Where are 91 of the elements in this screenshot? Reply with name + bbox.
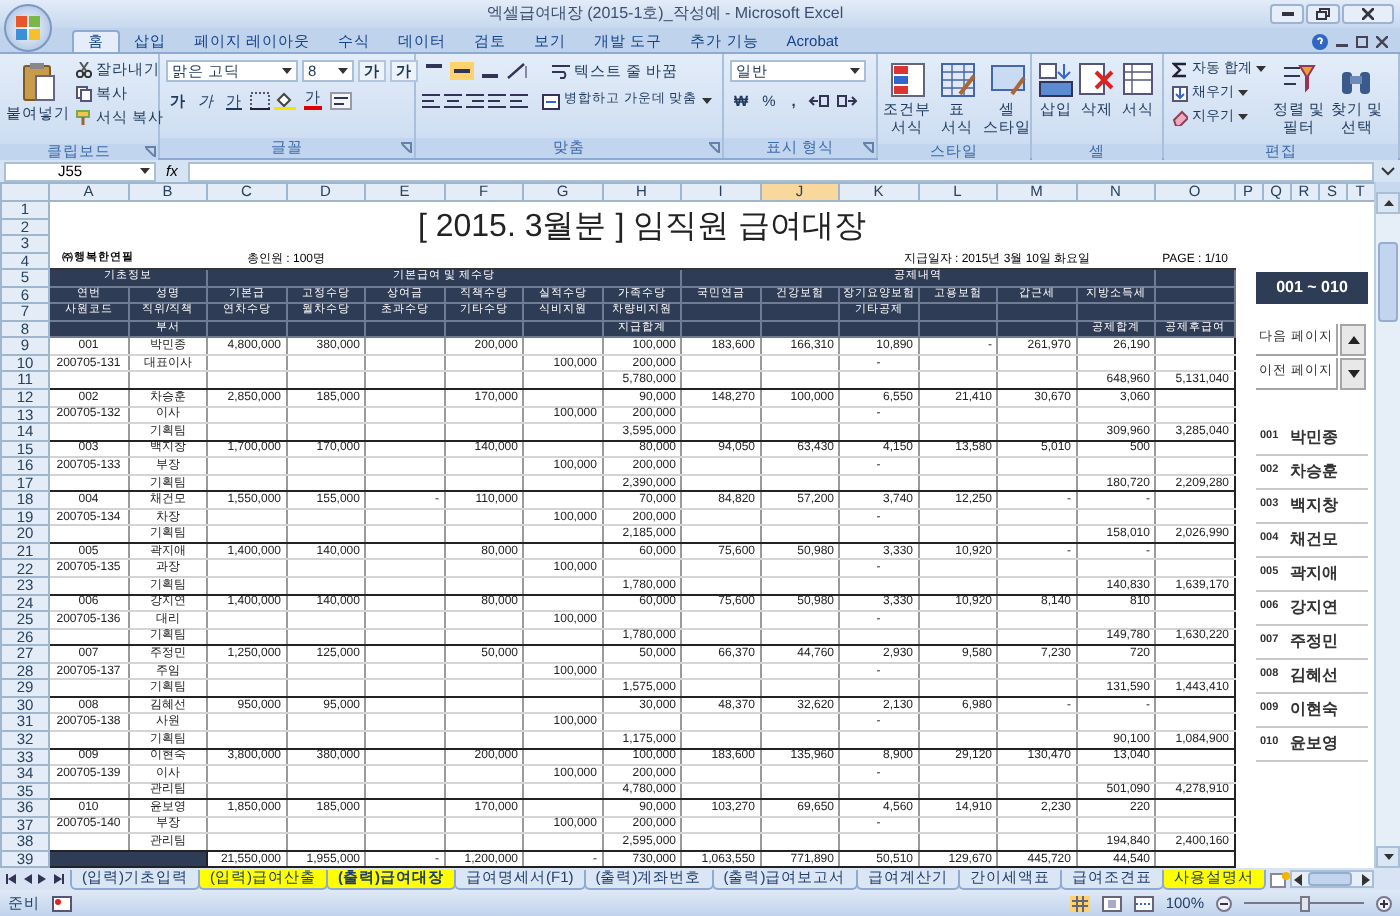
format-cells-icon: [1119, 62, 1156, 98]
align-left-icon[interactable]: [422, 92, 440, 110]
page-range-label: 001 ~ 010: [1256, 272, 1368, 304]
cell-style-icon: [989, 62, 1025, 98]
last-sheet-icon[interactable]: [54, 874, 64, 884]
conditional-format-icon: [889, 62, 925, 98]
page-break-icon[interactable]: [1133, 895, 1154, 911]
zoom-in-icon[interactable]: [1376, 895, 1392, 911]
text-orientation-icon[interactable]: [506, 62, 530, 80]
caret-icon[interactable]: [1238, 114, 1248, 120]
scroll-down-button[interactable]: [1376, 846, 1400, 868]
align-center-icon[interactable]: [444, 92, 462, 110]
horizontal-scrollbar[interactable]: [1289, 870, 1374, 888]
down-triangle-icon: [1347, 370, 1359, 378]
employee-name: 백지창: [1290, 498, 1339, 514]
phonetic-guide-icon[interactable]: [330, 92, 352, 110]
employee-name: 윤보영: [1290, 736, 1339, 752]
scroll-up-button[interactable]: [1340, 324, 1366, 356]
scroll-thumb[interactable]: [1307, 872, 1352, 886]
help-icon[interactable]: [1312, 33, 1328, 49]
dialog-launcher-icon[interactable]: [862, 142, 874, 154]
employee-name: 곽지애: [1290, 566, 1339, 582]
first-sheet-icon[interactable]: [6, 874, 16, 884]
increase-decimal-icon[interactable]: [807, 92, 830, 110]
align-right-icon[interactable]: [466, 92, 484, 110]
caret-icon[interactable]: [1255, 66, 1266, 72]
window-title: 엑셀급여대장 (2015-1호)_작성예 - Microsoft Excel: [484, 6, 846, 22]
fill-down-icon: [1172, 85, 1188, 101]
sum-icon: [1172, 61, 1188, 77]
vertical-scrollbar[interactable]: [1374, 182, 1400, 868]
fill-bucket-icon[interactable]: [274, 92, 296, 110]
scroll-down-button[interactable]: [1340, 358, 1366, 390]
caret-icon[interactable]: [338, 68, 348, 74]
dialog-launcher-icon[interactable]: [708, 142, 720, 154]
employee-name: 채건모: [1290, 532, 1339, 548]
restore-button[interactable]: [1306, 4, 1340, 24]
up-triangle-icon: [1347, 336, 1359, 344]
align-middle-icon[interactable]: [450, 62, 474, 80]
copy-icon: [76, 85, 92, 101]
minimize-button[interactable]: [1270, 4, 1304, 24]
employee-name: 주정민: [1290, 634, 1339, 650]
border-icon[interactable]: [250, 92, 270, 110]
previous-sheet-icon[interactable]: [22, 874, 32, 884]
right-arrow-icon: [1360, 873, 1372, 885]
scissors-icon: [76, 61, 92, 77]
delete-cells-icon: [1078, 62, 1115, 98]
clipboard-icon: [20, 62, 56, 102]
close-button[interactable]: [1342, 4, 1394, 24]
decrease-decimal-icon[interactable]: [835, 92, 858, 110]
caret-icon[interactable]: [1238, 90, 1248, 96]
caret-icon[interactable]: [701, 98, 712, 104]
scroll-up-button[interactable]: [1376, 192, 1400, 214]
scroll-thumb[interactable]: [1378, 242, 1398, 322]
employee-name: 박민종: [1290, 430, 1339, 446]
sheet-title: [ 2015. 3월분 ] 임직원 급여대장: [49, 201, 1234, 253]
minimize-icon: [1281, 12, 1293, 16]
office-logo-icon: [16, 16, 40, 40]
decrease-indent-icon[interactable]: [488, 92, 506, 110]
formula-input[interactable]: [187, 161, 1374, 181]
expand-icon[interactable]: [1380, 163, 1396, 179]
zoom-out-icon[interactable]: [1216, 895, 1232, 911]
paintbrush-icon: [76, 109, 92, 125]
caret-icon[interactable]: [282, 68, 292, 74]
employee-name: 차승훈: [1290, 464, 1339, 480]
insert-sheet-icon[interactable]: [1269, 871, 1290, 887]
employee-name: 이현숙: [1290, 702, 1339, 718]
caret-icon[interactable]: [850, 68, 860, 74]
table-format-icon: [939, 62, 975, 98]
eraser-icon: [1172, 109, 1188, 125]
dialog-launcher-icon[interactable]: [400, 142, 412, 154]
restore-icon[interactable]: [1356, 35, 1368, 47]
normal-view-icon[interactable]: [1069, 895, 1090, 911]
dialog-launcher-icon[interactable]: [144, 145, 156, 158]
sort-filter-icon: [1280, 62, 1317, 98]
left-arrow-icon: [1291, 873, 1304, 885]
next-sheet-icon[interactable]: [38, 874, 48, 884]
wrap-text-icon: [552, 63, 570, 79]
close-icon: [1362, 8, 1374, 20]
restore-icon: [1316, 8, 1330, 20]
close-icon[interactable]: [1376, 35, 1388, 47]
slider-thumb[interactable]: [1299, 895, 1309, 911]
insert-cells-icon: [1038, 62, 1075, 98]
up-arrow-icon: [1383, 200, 1393, 206]
employee-name: 강지연: [1290, 600, 1339, 616]
down-arrow-icon: [1383, 854, 1393, 860]
increase-indent-icon[interactable]: [510, 92, 528, 110]
macro-record-icon[interactable]: [52, 895, 72, 911]
merge-cells-icon: [542, 93, 560, 109]
employee-name: 김혜선: [1290, 668, 1339, 684]
caret-icon[interactable]: [140, 168, 150, 174]
page-layout-icon[interactable]: [1101, 895, 1122, 911]
